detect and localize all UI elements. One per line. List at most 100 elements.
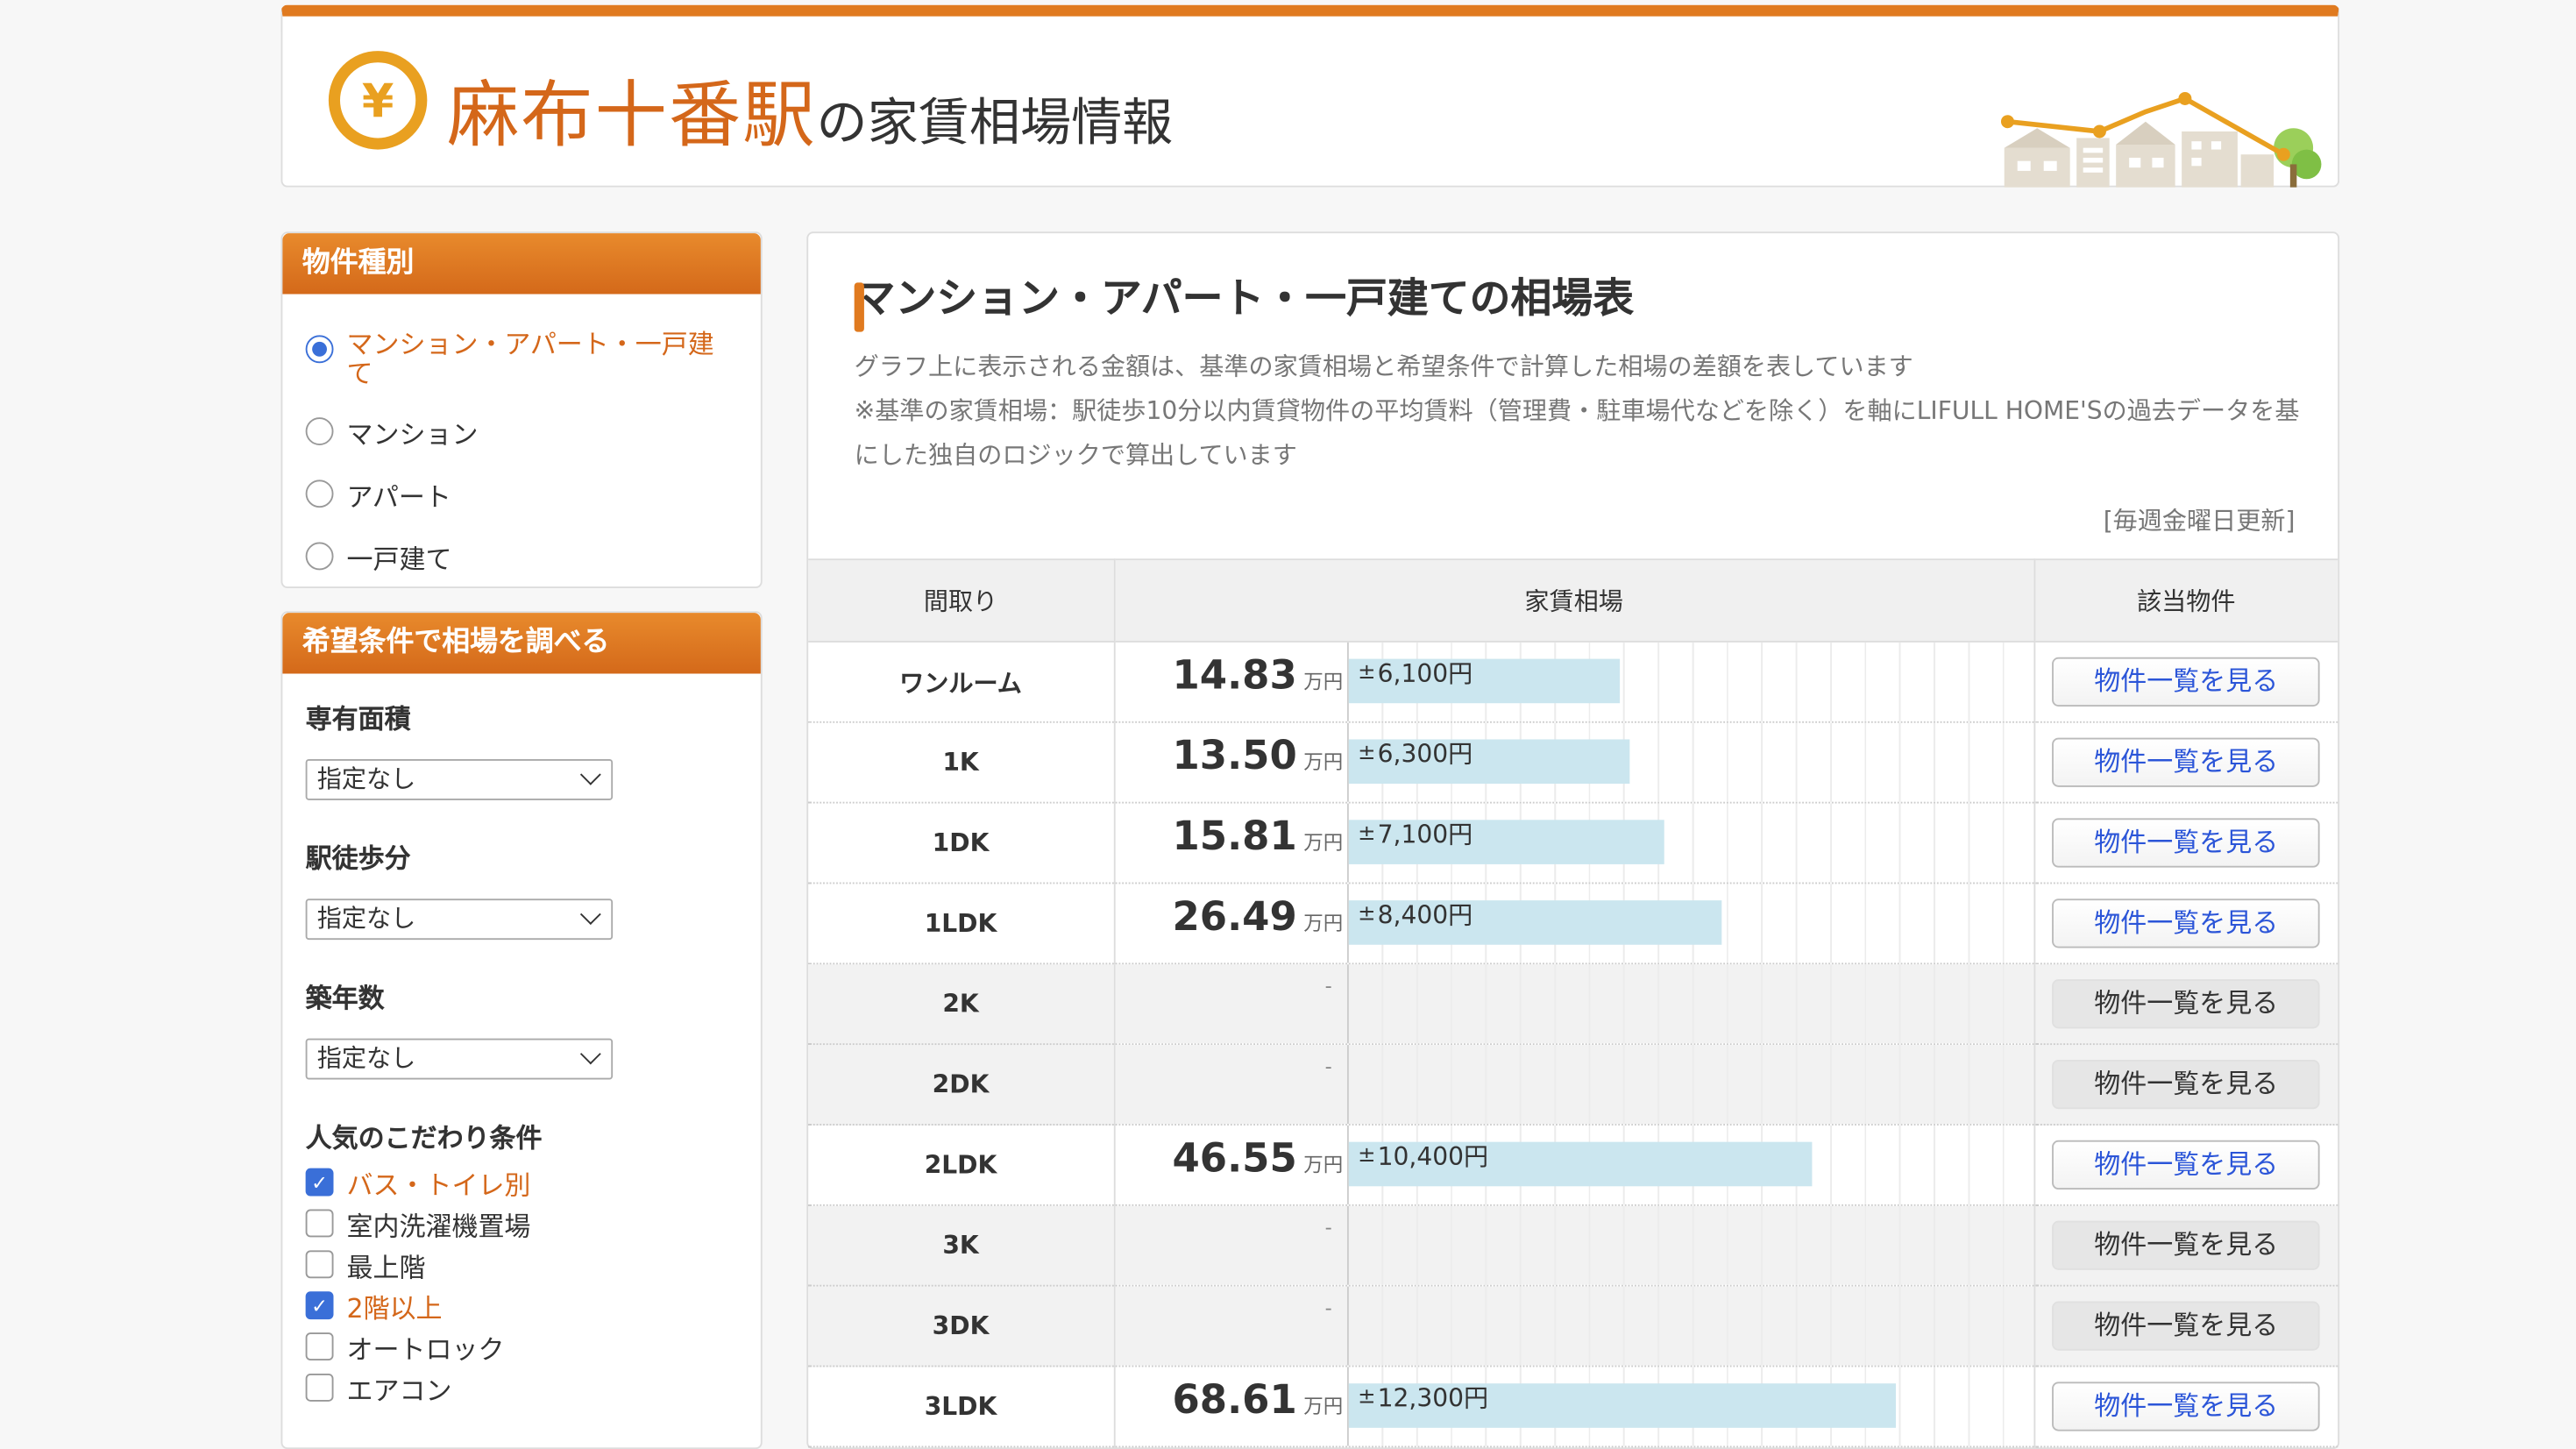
chevron-down-icon bbox=[579, 904, 601, 926]
radio-apartment[interactable]: アパート bbox=[305, 475, 738, 515]
listings-cell: 物件一覧を見る bbox=[2033, 1204, 2338, 1287]
checkbox-icon[interactable] bbox=[305, 1250, 334, 1279]
diff-value: 8,400円 bbox=[1377, 900, 1473, 930]
table-row: 2LDK 46.55 万円 ±10,400円 物件一覧を見る bbox=[808, 1124, 2338, 1206]
area-select[interactable]: 指定なし bbox=[305, 758, 614, 800]
layout-cell: 2LDK bbox=[808, 1124, 1115, 1206]
diff-value: 10,400円 bbox=[1377, 1141, 1489, 1172]
radio-label: マンション・アパート・一戸建て bbox=[346, 328, 714, 390]
radio-icon[interactable] bbox=[305, 479, 334, 508]
table-header-row: 間取り 家賃相場 該当物件 bbox=[808, 558, 2338, 643]
radio-all-types[interactable]: マンション・アパート・一戸建て bbox=[305, 328, 738, 390]
rent-price-value: 14.83 bbox=[1172, 652, 1297, 699]
view-listings-button[interactable]: 物件一覧を見る bbox=[2052, 979, 2321, 1029]
town-graph-illustration bbox=[2000, 91, 2322, 188]
chevron-down-icon bbox=[579, 1043, 601, 1065]
checkbox-icon[interactable] bbox=[305, 1209, 334, 1238]
age-select-value: 指定なし bbox=[316, 1043, 416, 1073]
walk-select[interactable]: 指定なし bbox=[305, 899, 614, 941]
rent-price-empty: - bbox=[1324, 1296, 1332, 1320]
rent-price: 15.81 万円 bbox=[1172, 813, 1343, 859]
radio-house[interactable]: 一戸建て bbox=[305, 537, 738, 577]
section-title-text: マンション・アパート・一戸建ての相場表 bbox=[854, 274, 1635, 323]
header-rent: 家賃相場 bbox=[1113, 558, 2035, 643]
check-washer[interactable]: 室内洗濯機置場 bbox=[305, 1203, 738, 1244]
listings-cell: 物件一覧を見る bbox=[2033, 1366, 2338, 1448]
diff-graph: ±8,400円 bbox=[1346, 884, 2033, 963]
checkbox-icon[interactable]: ✓ bbox=[305, 1291, 334, 1320]
rent-price-value: 13.50 bbox=[1172, 732, 1297, 779]
rent-cell: 13.50 万円 ±6,300円 bbox=[1113, 721, 2035, 804]
page: ¥ 麻布十番駅の家賃相場情報 物件種別 マンション・アパート・一戸建て マンショ… bbox=[0, 0, 2576, 1449]
listings-cell: 物件一覧を見る bbox=[2033, 721, 2338, 804]
layout-cell: 3LDK bbox=[808, 1366, 1115, 1448]
rent-cell: 46.55 万円 ±10,400円 bbox=[1113, 1124, 2035, 1206]
view-listings-button[interactable]: 物件一覧を見る bbox=[2052, 1140, 2321, 1190]
plus-minus-icon: ± bbox=[1358, 740, 1376, 765]
layout-cell: 3K bbox=[808, 1204, 1115, 1287]
radio-icon[interactable] bbox=[305, 335, 334, 364]
check-bath-toilet[interactable]: ✓ バス・トイレ別 bbox=[305, 1161, 738, 1203]
description-line-2: ※基準の家賃相場：駅徒歩10分以内賃貸物件の平均賃料（管理費・駐車場代などを除く… bbox=[854, 395, 2300, 471]
view-listings-button[interactable]: 物件一覧を見る bbox=[2052, 657, 2321, 707]
diff-value: 6,100円 bbox=[1377, 658, 1473, 689]
section-title: マンション・アパート・一戸建ての相場表 bbox=[854, 266, 1635, 332]
rent-price-empty: - bbox=[1324, 1055, 1332, 1078]
check-label: 2階以上 bbox=[346, 1292, 443, 1324]
checkbox-icon[interactable] bbox=[305, 1332, 334, 1360]
view-listings-button[interactable]: 物件一覧を見る bbox=[2052, 1220, 2321, 1270]
check-aircon[interactable]: エアコン bbox=[305, 1367, 738, 1408]
view-listings-button[interactable]: 物件一覧を見る bbox=[2052, 1382, 2321, 1431]
age-select[interactable]: 指定なし bbox=[305, 1038, 614, 1080]
page-title: 麻布十番駅の家賃相場情報 bbox=[447, 56, 1173, 161]
check-second-floor[interactable]: ✓ 2階以上 bbox=[305, 1285, 738, 1326]
rent-cell: - bbox=[1113, 1204, 2035, 1287]
chevron-down-icon bbox=[579, 764, 601, 785]
popular-label: 人気のこだわり条件 bbox=[305, 1122, 543, 1154]
layout-cell: 3DK bbox=[808, 1285, 1115, 1367]
diff-label: ±6,100円 bbox=[1358, 656, 1473, 690]
check-label: 最上階 bbox=[346, 1251, 426, 1282]
diff-graph: ±12,300円 bbox=[1346, 1367, 2033, 1446]
radio-icon[interactable] bbox=[305, 417, 334, 445]
radio-icon[interactable] bbox=[305, 542, 334, 571]
diff-graph bbox=[1346, 1205, 2033, 1285]
view-listings-button[interactable]: 物件一覧を見る bbox=[2052, 899, 2321, 948]
rent-price-value: 46.55 bbox=[1172, 1135, 1297, 1182]
rent-price-value: 26.49 bbox=[1172, 893, 1297, 941]
diff-value: 7,100円 bbox=[1377, 820, 1473, 850]
view-listings-button[interactable]: 物件一覧を見る bbox=[2052, 737, 2321, 787]
view-listings-button[interactable]: 物件一覧を見る bbox=[2052, 1301, 2321, 1351]
conditions-panel: 希望条件で相場を調べる 専有面積 指定なし 駅徒歩分 指定なし 築年数 指定なし… bbox=[280, 611, 763, 1449]
radio-label: 一戸建て bbox=[346, 543, 452, 576]
rent-cell: 15.81 万円 ±7,100円 bbox=[1113, 802, 2035, 884]
check-autolock[interactable]: オートロック bbox=[305, 1326, 738, 1367]
checkbox-icon[interactable]: ✓ bbox=[305, 1168, 334, 1197]
view-listings-button[interactable]: 物件一覧を見る bbox=[2052, 818, 2321, 868]
check-top-floor[interactable]: 最上階 bbox=[305, 1244, 738, 1285]
check-label: 室内洗濯機置場 bbox=[346, 1210, 531, 1242]
rent-price: 14.83 万円 bbox=[1172, 652, 1343, 698]
table-row: 3K - 物件一覧を見る bbox=[808, 1204, 2338, 1287]
radio-label: アパート bbox=[346, 481, 451, 513]
layout-cell: ワンルーム bbox=[808, 641, 1115, 723]
description-line-1: グラフ上に表示される金額は、基準の家賃相場と希望条件で計算した相場の差額を表して… bbox=[854, 352, 1913, 381]
layout-cell: 1K bbox=[808, 721, 1115, 804]
radio-mansion[interactable]: マンション bbox=[305, 412, 738, 451]
rent-cell: - bbox=[1113, 1285, 2035, 1367]
rent-cell: 14.83 万円 ±6,100円 bbox=[1113, 641, 2035, 723]
price-unit: 万円 bbox=[1303, 831, 1344, 855]
diff-label: ±10,400円 bbox=[1358, 1139, 1488, 1173]
price-unit: 万円 bbox=[1303, 750, 1344, 774]
listings-cell: 物件一覧を見る bbox=[2033, 1124, 2338, 1206]
update-note: [毎週金曜日更新] bbox=[2103, 506, 2296, 536]
diff-value: 12,300円 bbox=[1377, 1383, 1489, 1413]
plus-minus-icon: ± bbox=[1358, 1142, 1376, 1168]
checkbox-icon[interactable] bbox=[305, 1373, 334, 1402]
table-row: 3LDK 68.61 万円 ±12,300円 物件一覧を見る bbox=[808, 1366, 2338, 1448]
plus-minus-icon: ± bbox=[1358, 659, 1376, 685]
view-listings-button[interactable]: 物件一覧を見る bbox=[2052, 1059, 2321, 1110]
title-accent-bar bbox=[854, 282, 864, 332]
rent-price-empty: - bbox=[1324, 974, 1332, 998]
diff-label: ±6,300円 bbox=[1358, 736, 1473, 771]
